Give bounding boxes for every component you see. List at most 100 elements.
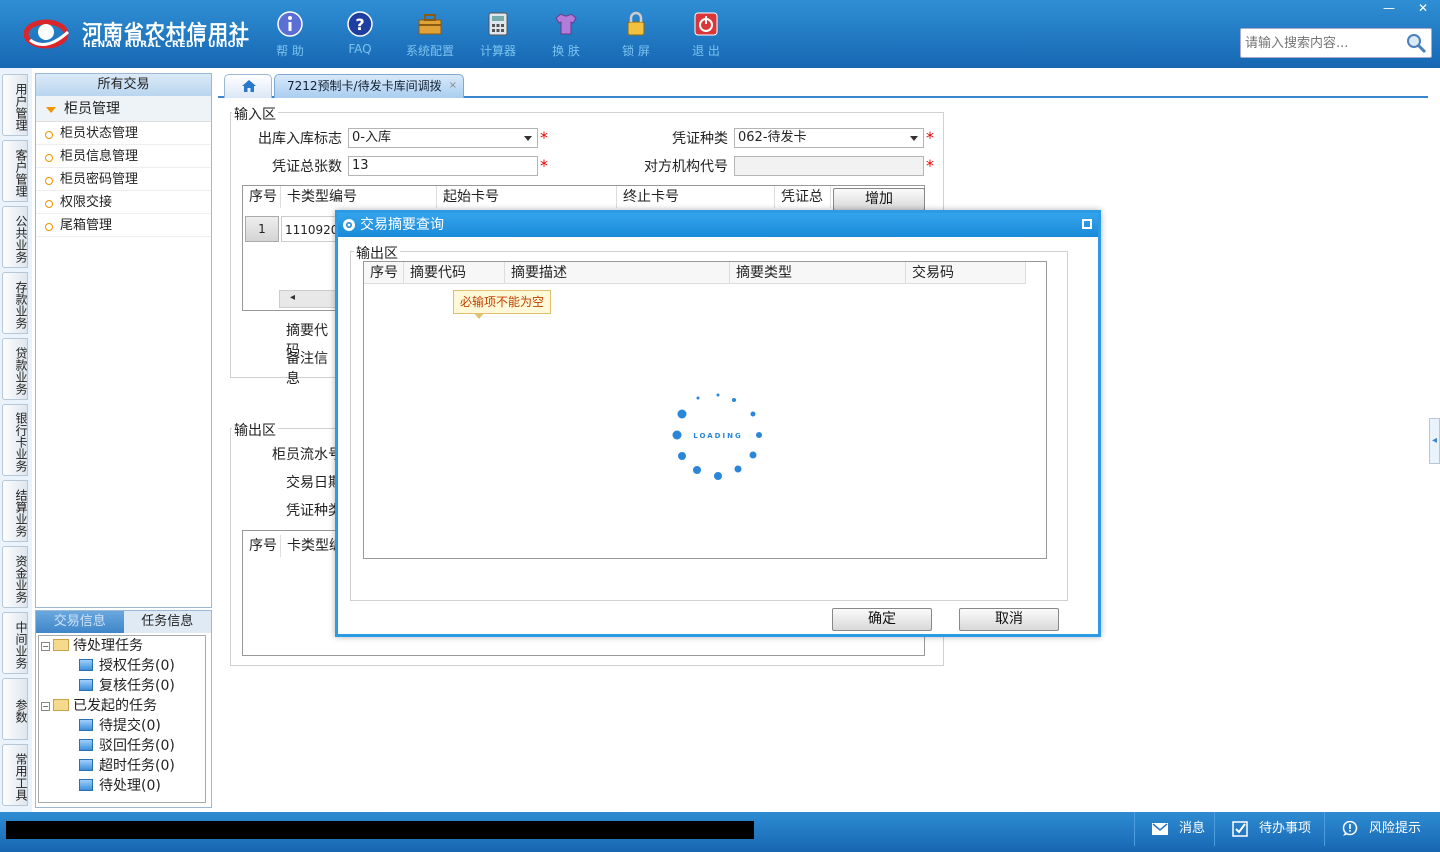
item-icon (79, 779, 93, 791)
nav-tab-customer-mgmt[interactable]: 客户管理 (2, 140, 28, 202)
summary-header-trade-code: 交易码 (906, 262, 1026, 284)
cancel-button[interactable]: 取消 (959, 608, 1059, 631)
menu-header[interactable]: 所有交易 (36, 74, 211, 96)
tab-task-info[interactable]: 任务信息 (123, 611, 211, 633)
summary-header-desc: 摘要描述 (505, 262, 730, 284)
help-button[interactable]: 帮 助 (258, 8, 322, 62)
scroll-left-icon[interactable]: ◂ (290, 292, 295, 303)
tree-node-to-submit[interactable]: 待提交(0) (79, 716, 161, 736)
menu-group-teller-mgmt[interactable]: 柜员管理 (36, 96, 211, 122)
home-icon (242, 80, 256, 92)
search-box (1240, 28, 1432, 58)
close-window-button[interactable]: ✕ (1406, 0, 1440, 18)
nav-tab-bank-card[interactable]: 银行卡业务 (2, 404, 28, 476)
tree-node-review-tasks[interactable]: 复核任务(0) (79, 676, 175, 696)
tree-node-pending[interactable]: − 待处理任务 (41, 636, 143, 656)
logo-emblem-icon (24, 19, 70, 49)
help-label: 帮 助 (276, 44, 304, 58)
counterpart-org-input[interactable] (734, 156, 924, 176)
maximize-icon[interactable] (1082, 219, 1092, 229)
menu-item-tail-box[interactable]: 尾箱管理 (36, 214, 211, 237)
svg-text:?: ? (355, 15, 364, 34)
folder-icon (53, 699, 69, 711)
menu-item-teller-status[interactable]: 柜员状态管理 (36, 122, 211, 145)
nav-tab-public-business[interactable]: 公共业务 (2, 206, 28, 268)
item-icon (79, 719, 93, 731)
summary-header-code: 摘要代码 (404, 262, 505, 284)
task-tree: − 待处理任务 授权任务(0) 复核任务(0) − 已发起的任务 待提交(0) 驳回… (38, 635, 206, 803)
voucher-total-input[interactable]: 13 (348, 156, 538, 176)
mail-icon (1152, 823, 1168, 835)
chat-icon (1342, 821, 1358, 836)
nav-tab-params[interactable]: 参数 (2, 678, 28, 740)
add-button[interactable]: 增加 (833, 188, 925, 211)
nav-tab-user-mgmt[interactable]: 用户管理 (2, 74, 28, 136)
calculator-button[interactable]: 计算器 (466, 8, 530, 62)
required-mark: * (540, 156, 548, 175)
status-bar: 消息 待办事项 风险提示 (0, 812, 1440, 852)
summary-header-no: 序号 (364, 262, 404, 284)
remark-label: 备注信息 (286, 351, 328, 387)
menu-item-teller-info[interactable]: 柜员信息管理 (36, 145, 211, 168)
nav-tab-deposit[interactable]: 存款业务 (2, 272, 28, 334)
minimize-button[interactable]: — (1372, 0, 1406, 18)
folder-icon (53, 639, 69, 651)
search-input[interactable] (1241, 29, 1401, 57)
tab-title: 7212预制卡/待发卡库间调拨 (287, 79, 442, 93)
system-config-button[interactable]: 系统配置 (398, 8, 462, 62)
menu-item-teller-password[interactable]: 柜员密码管理 (36, 168, 211, 191)
exit-button[interactable]: 退 出 (674, 8, 738, 62)
search-icon[interactable] (1405, 32, 1427, 54)
horizontal-scrollbar[interactable]: ◂ (279, 290, 339, 308)
right-panel-toggle[interactable]: ◂ (1429, 418, 1440, 464)
tab-transaction-info[interactable]: 交易信息 (36, 611, 124, 633)
teller-serial-label: 柜员流水号 (272, 447, 342, 463)
item-icon (79, 659, 93, 671)
power-icon (694, 12, 718, 36)
required-tooltip: 必输项不能为空 (453, 290, 551, 319)
confirm-button[interactable]: 确定 (832, 608, 932, 631)
required-mark: * (926, 128, 934, 147)
top-bar: 河南省农村信用社 HENAN RURAL CREDIT UNION 帮 助 ? … (0, 0, 1440, 68)
tree-node-auth-tasks[interactable]: 授权任务(0) (79, 656, 175, 676)
messages-button[interactable]: 消息 (1134, 812, 1214, 846)
nav-tab-intermediate[interactable]: 中间业务 (2, 612, 28, 674)
nav-tab-common-tools[interactable]: 常用工具 (2, 744, 28, 806)
left-category-nav: 用户管理 客户管理 公共业务 存款业务 贷款业务 银行卡业务 结算业务 资金业务… (0, 68, 32, 812)
output-voucher-kind-label: 凭证种类 (286, 503, 342, 519)
lock-screen-button[interactable]: 锁 屏 (604, 8, 668, 62)
dialog-title-bar[interactable]: 交易摘要查询 (338, 213, 1098, 237)
collapse-icon[interactable]: − (41, 642, 50, 651)
menu-item-permission-handover[interactable]: 权限交接 (36, 191, 211, 214)
tree-node-rejected[interactable]: 驳回任务(0) (79, 736, 175, 756)
nav-tab-loan[interactable]: 贷款业务 (2, 338, 28, 400)
tree-node-to-process[interactable]: 待处理(0) (79, 776, 161, 796)
output-grid-header-no: 序号 (243, 535, 281, 557)
faq-button[interactable]: ? FAQ (328, 8, 392, 62)
grid-header-card-type: 卡类型编号 (281, 186, 437, 208)
skin-button[interactable]: 换 肤 (534, 8, 598, 62)
stock-flag-select[interactable]: 0-入库 (348, 128, 538, 148)
input-section-legend: 输入区 (232, 104, 278, 124)
tab-home[interactable] (224, 74, 272, 98)
voucher-type-select[interactable]: 062-待发卡 (734, 128, 924, 148)
loading-icon: LOADING (672, 393, 762, 480)
risk-alert-button[interactable]: 风险提示 (1324, 812, 1440, 846)
dialog-title: 交易摘要查询 (360, 217, 444, 233)
item-icon (79, 679, 93, 691)
nav-tab-funds[interactable]: 资金业务 (2, 546, 28, 608)
row-card-type[interactable]: 1110920 (281, 216, 341, 242)
trade-date-label: 交易日期 (286, 475, 342, 491)
tab-7212-card-transfer[interactable]: 7212预制卡/待发卡库间调拨 × (274, 74, 464, 98)
loading-spinner: LOADING (668, 388, 768, 480)
nav-tab-settlement[interactable]: 结算业务 (2, 480, 28, 542)
grid-header-voucher-total: 凭证总 (775, 186, 831, 208)
voucher-type-label: 凭证种类 (672, 131, 728, 147)
checkbox-icon (1232, 821, 1248, 837)
tree-node-initiated[interactable]: − 已发起的任务 (41, 696, 157, 716)
todo-button[interactable]: 待办事项 (1214, 812, 1324, 846)
tree-node-timeout[interactable]: 超时任务(0) (79, 756, 175, 776)
tab-close-icon[interactable]: × (449, 75, 457, 97)
collapse-icon[interactable]: − (41, 702, 50, 711)
required-mark: * (540, 128, 548, 147)
